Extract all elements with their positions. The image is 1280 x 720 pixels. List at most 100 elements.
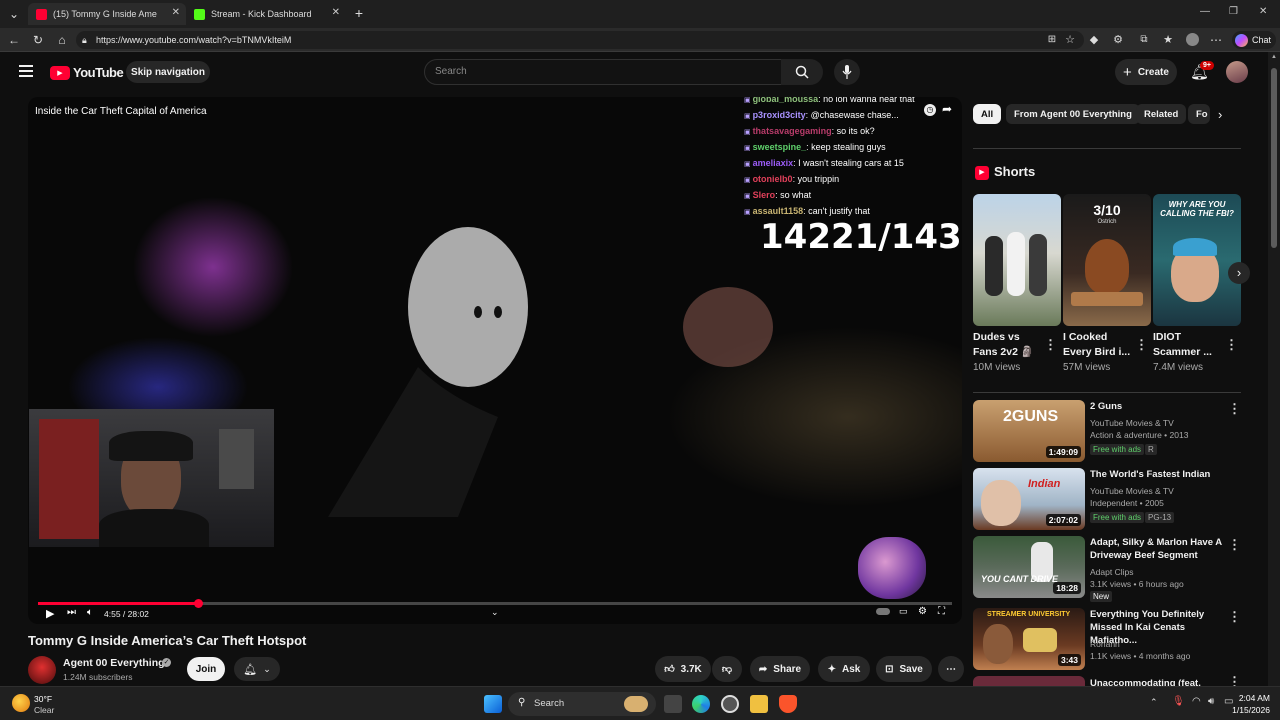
speaker-icon[interactable]: 🔊︎	[1208, 696, 1214, 707]
recommendation-item[interactable]: YOU CANT DRIVE 18:28 Adapt, Silky & Marl…	[973, 536, 1243, 602]
home-icon[interactable]: ⌂	[54, 32, 70, 48]
favorite-star-icon[interactable]: ☆	[1062, 32, 1078, 48]
chip-truncated[interactable]: Fo	[1188, 104, 1210, 124]
brave-browser-icon[interactable]	[779, 695, 797, 713]
recommendation-thumbnail[interactable]	[973, 676, 1085, 686]
copilot-chat-button[interactable]: Chat	[1232, 31, 1276, 49]
tab-kick-dashboard[interactable]: Stream - Kick Dashboard ✕	[186, 3, 346, 25]
chapters-chevron-icon[interactable]: ⌄	[491, 607, 499, 618]
puzzle-icon[interactable]: ⚙	[1110, 32, 1126, 48]
chip-from-channel[interactable]: From Agent 00 Everything	[1006, 104, 1140, 124]
youtube-logo[interactable]: ▶ YouTube	[50, 65, 124, 80]
refresh-icon[interactable]: ↻	[30, 32, 46, 48]
shorts-next-arrow-icon[interactable]: ›	[1228, 262, 1250, 284]
more-actions-button[interactable]: ⋯	[938, 656, 964, 682]
split-screen-icon[interactable]: ⧉	[1136, 32, 1152, 48]
short-thumbnail[interactable]	[973, 194, 1061, 326]
progress-bar[interactable]	[38, 599, 952, 608]
show-hidden-icons-chevron-icon[interactable]: ⌃	[1150, 697, 1158, 708]
chip-related[interactable]: Related	[1136, 104, 1187, 124]
channel-avatar[interactable]	[28, 656, 56, 684]
chrome-icon[interactable]	[721, 695, 739, 713]
weather-icon[interactable]	[12, 694, 30, 712]
search-input[interactable]: Search	[424, 59, 782, 85]
volume-icon[interactable]: 🔈︎	[87, 607, 93, 618]
ask-button[interactable]: ✦ Ask	[818, 656, 870, 682]
progress-scrubber[interactable]	[193, 599, 203, 608]
next-video-icon[interactable]: ⏭︎	[67, 607, 76, 618]
recommendation-thumbnail[interactable]: YOU CANT DRIVE 18:28	[973, 536, 1085, 598]
close-window-icon[interactable]: ✕	[1259, 6, 1267, 17]
recommendation-thumbnail[interactable]: 2GUNS 1:49:09	[973, 400, 1085, 462]
restore-icon[interactable]: ❐	[1229, 6, 1238, 17]
weather-temp: 30°F	[34, 694, 53, 704]
hamburger-menu-icon[interactable]	[19, 65, 33, 77]
chips-next-arrow-icon[interactable]: ›	[1218, 107, 1222, 122]
like-button[interactable]: 👍︎ 3.7K	[655, 656, 711, 682]
dislike-button[interactable]: 👎︎	[712, 656, 742, 682]
share-arrow-icon[interactable]: ➦	[942, 102, 952, 116]
search-button[interactable]	[781, 59, 823, 85]
recommendation-item[interactable]: Unaccommodating (feat. Young ⋮	[973, 676, 1243, 686]
scroll-up-icon[interactable]: ▲	[1271, 54, 1277, 60]
join-button[interactable]: Join	[187, 657, 225, 681]
verified-check-icon: ✓	[162, 658, 171, 667]
wifi-icon[interactable]: ◠	[1192, 696, 1201, 707]
settings-gear-icon[interactable]: ⚙	[918, 606, 927, 617]
account-avatar[interactable]	[1226, 61, 1248, 83]
close-tab-icon[interactable]: ✕	[172, 7, 180, 18]
recommendation-thumbnail[interactable]: STREAMER UNIVERSITY 3:43	[973, 608, 1085, 670]
share-button[interactable]: ➦ Share	[750, 656, 810, 682]
read-aloud-icon[interactable]: ⊞	[1044, 32, 1060, 48]
recommendation-item[interactable]: 2GUNS 1:49:09 2 Guns YouTube Movies & TV…	[973, 400, 1243, 464]
new-tab-icon[interactable]: +	[351, 5, 367, 21]
recommendation-item[interactable]: Indian 2:07:02 The World's Fastest India…	[973, 468, 1243, 532]
chip-all[interactable]: All	[973, 104, 1002, 124]
edge-browser-icon[interactable]	[692, 695, 710, 713]
create-button[interactable]: + Create	[1115, 59, 1177, 85]
short-title: Dudes vs Fans 2v2 🗿	[973, 331, 1034, 358]
skip-navigation-button[interactable]: Skip navigation	[126, 61, 210, 83]
short-thumbnail[interactable]: 3/10 Ostrich	[1063, 194, 1151, 326]
extension-icon[interactable]: ◆	[1086, 32, 1102, 48]
tab-youtube[interactable]: (15) Tommy G Inside America ✕	[28, 3, 186, 25]
subscribed-notifications-button[interactable]: 🔔︎ ⌄	[234, 657, 280, 681]
recommendation-channel: YouTube Movies & TV	[1090, 486, 1174, 496]
taskbar-search-box[interactable]: ⚲ Search	[508, 692, 656, 716]
more-menu-icon[interactable]: ⋯	[1208, 32, 1224, 48]
recommendation-item[interactable]: STREAMER UNIVERSITY 3:43 Everything You …	[973, 608, 1243, 672]
watch-later-icon[interactable]: ◷	[924, 104, 936, 116]
channel-name[interactable]: Agent 00 Everything	[63, 657, 165, 669]
minimize-icon[interactable]: —	[1200, 6, 1210, 17]
autoplay-toggle[interactable]	[876, 608, 890, 615]
close-tab-icon[interactable]: ✕	[332, 7, 340, 18]
fullscreen-icon[interactable]: ⛶	[938, 606, 945, 617]
page-scrollbar[interactable]: ▲	[1268, 52, 1280, 686]
recommendation-menu-kebab-icon[interactable]: ⋮	[1228, 676, 1241, 686]
subtitles-icon[interactable]: ▭	[899, 606, 908, 617]
windows-start-icon[interactable]	[484, 695, 502, 713]
profile-icon[interactable]	[1184, 32, 1200, 48]
task-view-icon[interactable]	[664, 695, 682, 713]
save-button[interactable]: ⊡ Save	[876, 656, 932, 682]
play-icon[interactable]: ▶	[46, 607, 54, 620]
short-menu-kebab-icon[interactable]: ⋮	[1135, 337, 1148, 353]
video-player[interactable]: Inside the Car Theft Capital of America …	[28, 97, 962, 624]
favorites-icon[interactable]: ★	[1160, 32, 1176, 48]
recommendation-thumbnail[interactable]: Indian 2:07:02	[973, 468, 1085, 530]
back-icon[interactable]: ←	[6, 32, 22, 48]
taskbar-search-label: Search	[534, 698, 565, 709]
short-menu-kebab-icon[interactable]: ⋮	[1225, 337, 1238, 353]
short-menu-kebab-icon[interactable]: ⋮	[1044, 337, 1057, 353]
scrollbar-thumb[interactable]	[1271, 68, 1277, 248]
create-label: Create	[1137, 66, 1169, 78]
file-explorer-icon[interactable]	[750, 695, 768, 713]
url-field[interactable]: 🔒︎ https://www.youtube.com/watch?v=bTNMV…	[76, 31, 1084, 49]
short-thumbnail[interactable]: WHY ARE YOU CALLING THE FBI?	[1153, 194, 1241, 326]
tab-list-chevron-icon[interactable]: ⌄	[6, 6, 22, 22]
recommendation-menu-kebab-icon[interactable]: ⋮	[1228, 609, 1241, 625]
recommendation-menu-kebab-icon[interactable]: ⋮	[1228, 401, 1241, 417]
voice-search-button[interactable]	[834, 59, 860, 85]
recommendation-menu-kebab-icon[interactable]: ⋮	[1228, 537, 1241, 553]
microphone-in-use-icon[interactable]: 🎙︎	[1172, 696, 1185, 707]
